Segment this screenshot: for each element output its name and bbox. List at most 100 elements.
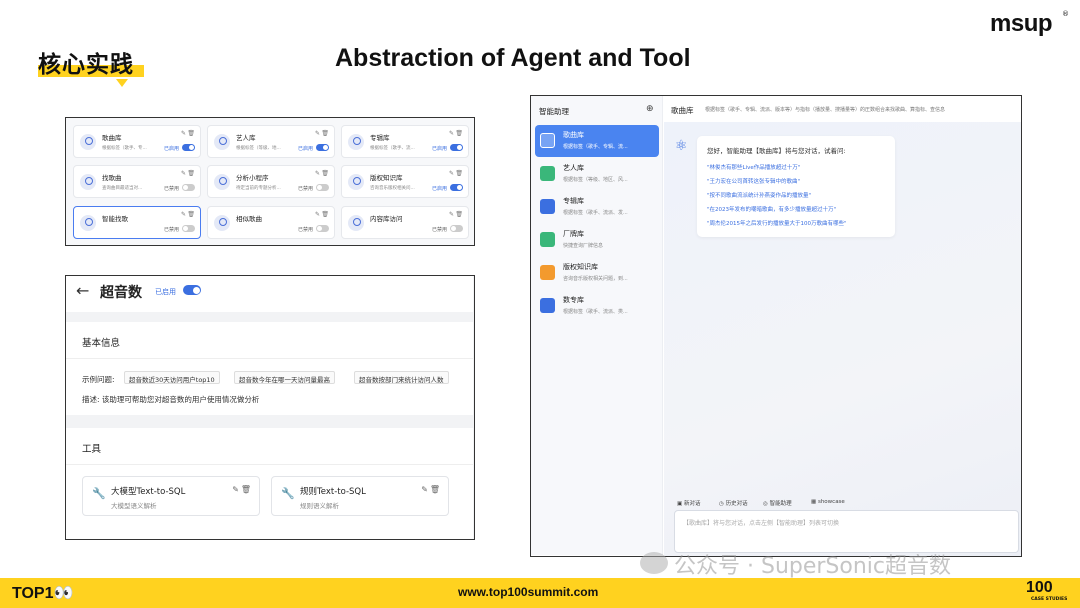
tools-section: 工具 🔧 大模型Text-to-SQL 大模型语义解析 ✎ 🗑 🔧 规则Text… [66,428,473,539]
agent-card[interactable]: 专辑库 根据标签（歌手、流... ✎ 🗑 已启用 [341,125,469,158]
showcase-button[interactable]: ▦ showcase [811,499,845,505]
avatar-icon [214,134,230,150]
history-button[interactable]: ◷ 历史对话 [719,499,748,507]
avatar-icon [80,215,96,231]
back-button[interactable]: ← [76,281,89,300]
sidebar-item[interactable]: 版权知识库 咨询音乐版权相关问题，到... [535,257,659,289]
detail-header: ← 超音数 已启用 [66,276,473,312]
agent-name: 找歌曲 [102,174,122,182]
sidebar-item[interactable]: 艺人库 根据标签（等级、地区、风... [535,158,659,190]
sidebar-item[interactable]: 数专库 根据标签（歌手、流派、类... [535,290,659,322]
suggested-question[interactable]: "周杰伦2015年之后发行的播放量大于100万歌曲有哪些" [707,219,847,227]
description-label: 描述: [82,395,100,404]
agent-status: 已启用 [431,146,447,152]
suggested-question[interactable]: "王力宏在公司首转这张专辑中的歌曲" [707,177,800,185]
agent-toggle[interactable] [182,184,195,191]
tool-desc: 规则语义解析 [300,502,339,510]
assistant-sidebar: 智能助理 ⊕ 歌曲库 根据标签（歌手、专辑、流... 艺人库 根据标签（等级、地区、风… [531,96,663,555]
sidebar-item-desc: 根据标签（歌手、流派、类... [563,309,628,315]
wechat-icon [640,552,668,574]
agent-card[interactable]: 歌曲库 根据标签（歌手、专... ✎ 🗑 已启用 [73,125,201,158]
agent-toggle[interactable] [182,144,195,151]
agent-card[interactable]: 艺人库 根据标签（等级、地... ✎ 🗑 已启用 [207,125,335,158]
add-icon[interactable]: ⊕ [646,104,654,114]
delete-icon[interactable]: 🗑 [321,170,329,177]
sidebar-item-desc: 根据标签（歌手、流派、发... [563,210,628,216]
footer: TOP1👀 www.top100summit.com 100 CASE STUD… [0,578,1080,608]
example-chip[interactable]: 超音数今年在哪一天访问量最高 [234,371,335,384]
agent-toggle[interactable] [450,144,463,151]
edit-icon[interactable]: ✎ [315,130,320,137]
chat-input[interactable]: 【歌曲库】将与您对话，点击左侧【智能助理】列表可切换 [674,510,1019,553]
avatar-icon [214,174,230,190]
delete-icon[interactable]: 🗑 [455,170,463,177]
detail-toggle[interactable] [183,285,201,295]
agent-toggle[interactable] [316,184,329,191]
assistant-icon [540,232,555,247]
delete-icon[interactable]: 🗑 [187,211,195,218]
sidebar-item[interactable]: 歌曲库 根据标签（歌手、专辑、流... [535,125,659,157]
delete-icon[interactable]: 🗑 [187,170,195,177]
edit-icon[interactable]: ✎ [449,130,454,137]
avatar-icon [80,134,96,150]
sidebar-item[interactable]: 厂牌库 快捷查询厂牌信息 [535,224,659,256]
suggested-question[interactable]: "在2023年发布的嘲暗歌曲，有多少播放量超过十万" [707,205,836,213]
agent-toggle[interactable] [316,225,329,232]
agent-status: 已启用 [163,146,179,152]
tool-name: 规则Text-to-SQL [300,487,366,497]
example-chip[interactable]: 超音数按部门来统计访问人数 [354,371,449,384]
agent-card[interactable]: 内容库访问 ✎ 🗑 已禁用 [341,206,469,239]
agent-toggle[interactable] [450,225,463,232]
delete-icon[interactable]: 🗑 [455,130,463,137]
tool-name: 大模型Text-to-SQL [111,487,186,497]
edit-icon[interactable]: ✎ [181,211,186,218]
new-chat-button[interactable]: ▣ 新对话 [677,499,700,507]
tool-card[interactable]: 🔧 大模型Text-to-SQL 大模型语义解析 ✎ 🗑 [82,476,260,516]
new-chat-label: 新对话 [683,501,701,507]
avatar-icon [348,134,364,150]
assistant-button[interactable]: ◎ 智能助理 [763,499,792,507]
agent-card[interactable]: 分析小程序 待定当前的专题分析... ✎ 🗑 已禁用 [207,165,335,198]
agent-card[interactable]: 智能找歌 ✎ 🗑 已禁用 [73,206,201,239]
agent-toggle[interactable] [316,144,329,151]
chat-panel: 智能助理 ⊕ 歌曲库 根据标签（歌手、专辑、流... 艺人库 根据标签（等级、地区、风… [530,95,1022,557]
edit-icon[interactable]: ✎ [421,485,428,494]
agent-card[interactable]: 相似歌曲 ✎ 🗑 已禁用 [207,206,335,239]
sidebar-item-name: 歌曲库 [563,131,584,139]
avatar-icon [348,215,364,231]
delete-icon[interactable]: 🗑 [455,211,463,218]
agent-toggle[interactable] [182,225,195,232]
slide: 核心实践 Abstraction of Agent and Tool msup … [0,0,1080,608]
delete-icon[interactable]: 🗑 [430,485,440,494]
edit-icon[interactable]: ✎ [315,170,320,177]
delete-icon[interactable]: 🗑 [321,130,329,137]
agent-desc: 查询曲目最适当对... [102,186,143,191]
bot-icon: ⚛ [675,138,688,154]
delete-icon[interactable]: 🗑 [241,485,251,494]
agent-toggle[interactable] [450,184,463,191]
agent-card[interactable]: 版权知识库 咨询音乐版权相关问... ✎ 🗑 已启用 [341,165,469,198]
agent-card[interactable]: 找歌曲查询曲目最适当对... ✎ 🗑 已禁用 [73,165,201,198]
tool-card[interactable]: 🔧 规则Text-to-SQL 规则语义解析 ✎ 🗑 [271,476,449,516]
example-chip[interactable]: 超音数近30天访问用户top10 [124,371,220,384]
edit-icon[interactable]: ✎ [449,211,454,218]
highlight-tick [116,79,128,87]
assistant-icon [540,166,555,181]
history-label: 历史对话 [725,501,748,507]
edit-icon[interactable]: ✎ [449,170,454,177]
suggested-question[interactable]: "按不同歌曲流派统计孙燕姿作品的播放量" [707,191,811,199]
delete-icon[interactable]: 🗑 [187,130,195,137]
divider [66,358,473,359]
edit-icon[interactable]: ✎ [181,170,186,177]
edit-icon[interactable]: ✎ [232,485,239,494]
suggested-question[interactable]: "林俊杰有那些Live作品播放超过十万" [707,163,800,171]
delete-icon[interactable]: 🗑 [321,211,329,218]
chat-body: ⚛ 您好，智能助理【歌曲库】将与您对话，试着问: "林俊杰有那些Live作品播放… [664,122,1021,556]
section-label-text: 核心实践 [38,52,134,78]
agent-status: 已禁用 [163,186,179,192]
edit-icon[interactable]: ✎ [315,211,320,218]
edit-icon[interactable]: ✎ [181,130,186,137]
brand-logo: msup [990,10,1053,37]
agent-name: 分析小程序 [236,174,269,182]
sidebar-item[interactable]: 专辑库 根据标签（歌手、流派、发... [535,191,659,223]
